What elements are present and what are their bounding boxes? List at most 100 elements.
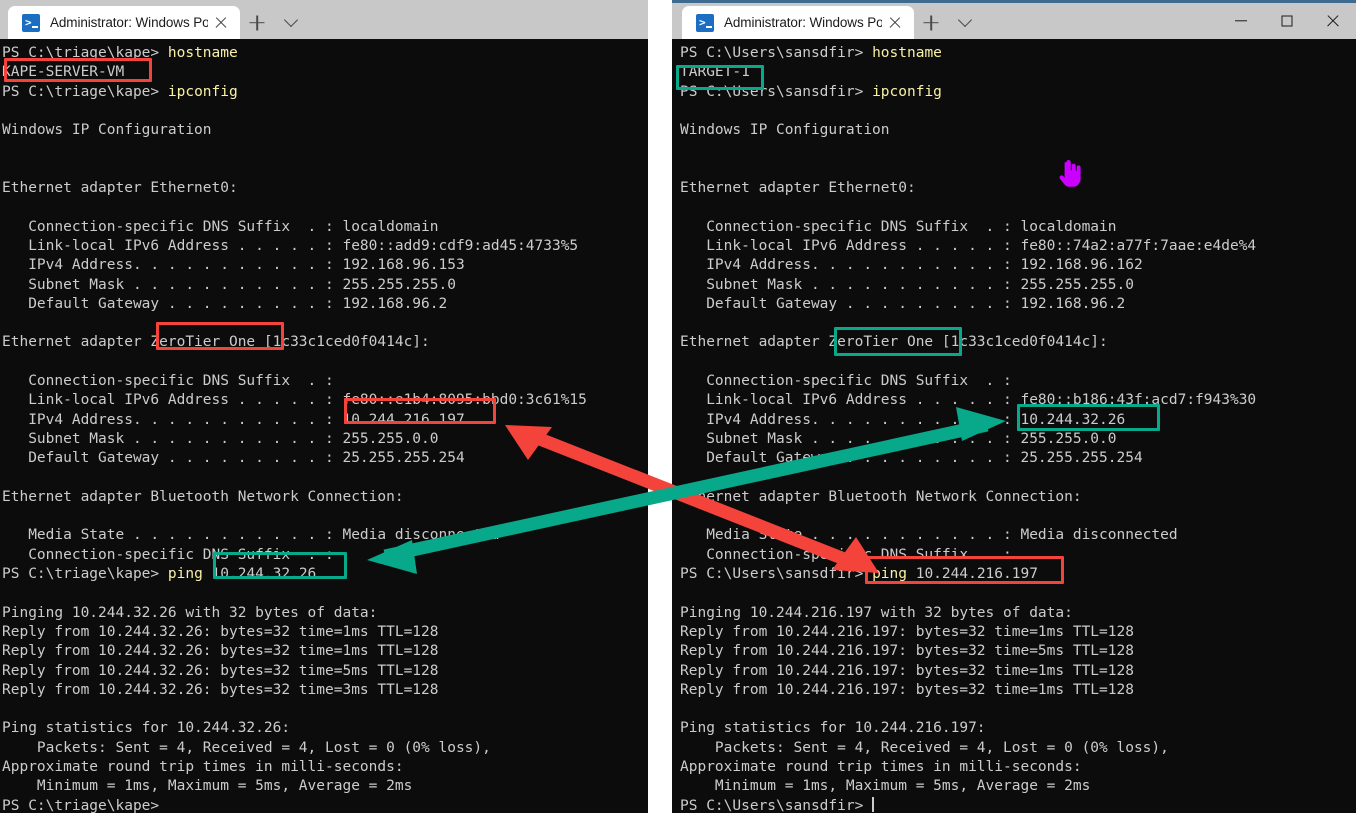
command-args: 10.244.32.26: [202, 566, 317, 583]
tab-title-right: Administrator: Windows PowerS: [724, 15, 882, 30]
console-output-left[interactable]: PS C:\triage\kape> hostname KAPE-SERVER-V…: [0, 39, 648, 813]
command-text: hostname: [872, 45, 942, 61]
prompt-path: PS C:\triage\kape>: [2, 83, 168, 100]
prompt-path: PS C:\Users\sansdfir>: [680, 83, 873, 100]
console-line: Ethernet adapter Bluetooth Network Conne…: [2, 488, 404, 505]
console-line: Link-local IPv6 Address . . . . . : fe80…: [680, 237, 1257, 254]
maximize-icon[interactable]: [1264, 3, 1310, 39]
console-line: Connection-specific DNS Suffix . :: [680, 373, 1012, 390]
console-line: Connection-specific DNS Suffix . :: [680, 546, 1012, 563]
tab-title-left: Administrator: Windows PowerS: [50, 15, 208, 30]
console-line: Reply from 10.244.32.26: bytes=32 time=3…: [2, 681, 439, 698]
console-line: Pinging 10.244.32.26 with 32 bytes of da…: [2, 604, 378, 621]
console-line: Windows IP Configuration: [2, 122, 212, 139]
command-text: ipconfig: [872, 83, 942, 100]
console-line: PS C:\Users\sansdfir> hostname: [680, 44, 1356, 63]
command-args: 10.244.216.197: [906, 566, 1038, 583]
console-line: Reply from 10.244.216.197: bytes=32 time…: [680, 623, 1134, 640]
console-line: Connection-specific DNS Suffix . : local…: [680, 218, 1117, 235]
command-text: ipconfig: [167, 83, 238, 100]
console-line: PS C:\Users\sansdfir> ping 10.244.216.19…: [680, 565, 1356, 584]
console-line: Packets: Sent = 4, Received = 4, Lost = …: [2, 739, 491, 756]
console-line: PS C:\triage\kape>: [2, 797, 648, 813]
close-icon[interactable]: [208, 10, 234, 36]
console-line: Default Gateway . . . . . . . . . : 192.…: [680, 295, 1126, 312]
console-line: Subnet Mask . . . . . . . . . . . : 255.…: [2, 276, 456, 293]
console-line: Reply from 10.244.216.197: bytes=32 time…: [680, 662, 1134, 679]
minimize-icon[interactable]: [1218, 3, 1264, 39]
command-text: ping: [167, 566, 203, 583]
console-line: Pinging 10.244.216.197 with 32 bytes of …: [680, 604, 1073, 621]
plus-icon[interactable]: [240, 6, 274, 39]
console-output-right[interactable]: PS C:\Users\sansdfir> hostname TARGET-1 PS…: [672, 39, 1356, 813]
chevron-down-icon[interactable]: [948, 6, 982, 39]
console-line: Reply from 10.244.216.197: bytes=32 time…: [680, 681, 1134, 698]
titlebar-drag-area-left[interactable]: [308, 6, 648, 39]
console-line: Connection-specific DNS Suffix . :: [2, 546, 334, 563]
console-line: Approximate round trip times in milli-se…: [2, 758, 404, 775]
console-line: Default Gateway . . . . . . . . . : 192.…: [2, 295, 448, 312]
console-line: Link-local IPv6 Address . . . . . : fe80…: [680, 392, 1257, 409]
close-icon[interactable]: [1310, 3, 1356, 39]
console-line: Link-local IPv6 Address . . . . . : fe80…: [2, 237, 579, 254]
prompt-path: PS C:\triage\kape>: [2, 797, 160, 813]
console-line: Packets: Sent = 4, Received = 4, Lost = …: [680, 739, 1169, 756]
prompt-path: PS C:\triage\kape>: [2, 566, 168, 583]
console-line: Reply from 10.244.32.26: bytes=32 time=1…: [2, 623, 439, 640]
console-line: PS C:\triage\kape> ping 10.244.32.26: [2, 565, 648, 584]
prompt-path: PS C:\Users\sansdfir>: [680, 45, 873, 61]
console-line: Ethernet adapter ZeroTier One [1c33c1ced…: [680, 334, 1108, 351]
console-line: Connection-specific DNS Suffix . :: [2, 373, 334, 390]
console-line: Minimum = 1ms, Maximum = 5ms, Average = …: [2, 778, 413, 795]
console-line: IPv4 Address. . . . . . . . . . . : 10.2…: [680, 411, 1126, 428]
console-line: Subnet Mask . . . . . . . . . . . : 255.…: [680, 276, 1134, 293]
console-line: IPv4 Address. . . . . . . . . . . : 192.…: [680, 257, 1143, 274]
console-line: PS C:\triage\kape> hostname: [2, 44, 648, 63]
powershell-window-left: Administrator: Windows PowerS PS C:\tria…: [0, 0, 648, 813]
titlebar-right: Administrator: Windows PowerS: [672, 3, 1356, 39]
tab-left-powershell[interactable]: Administrator: Windows PowerS: [8, 6, 240, 39]
window-controls: [1218, 3, 1356, 39]
console-line: Default Gateway . . . . . . . . . : 25.2…: [680, 450, 1143, 467]
console-line: Ping statistics for 10.244.216.197:: [680, 720, 986, 737]
console-line: Minimum = 1ms, Maximum = 5ms, Average = …: [680, 778, 1091, 795]
console-line: Media State . . . . . . . . . . . : Medi…: [680, 527, 1178, 544]
plus-icon[interactable]: [914, 6, 948, 39]
close-icon[interactable]: [882, 10, 908, 36]
console-line: Media State . . . . . . . . . . . : Medi…: [2, 527, 500, 544]
prompt-path: PS C:\Users\sansdfir>: [680, 797, 873, 813]
console-line: Default Gateway . . . . . . . . . : 25.2…: [2, 450, 465, 467]
chevron-down-icon[interactable]: [274, 6, 308, 39]
console-line: Ethernet adapter Ethernet0:: [2, 180, 238, 197]
console-line: IPv4 Address. . . . . . . . . . . : 10.2…: [2, 411, 465, 428]
console-line: Subnet Mask . . . . . . . . . . . : 255.…: [680, 430, 1117, 447]
console-line: Link-local IPv6 Address . . . . . : fe80…: [2, 392, 587, 409]
console-line: IPv4 Address. . . . . . . . . . . : 192.…: [2, 257, 465, 274]
console-line: PS C:\Users\sansdfir> ipconfig: [680, 83, 1356, 102]
tab-right-powershell[interactable]: Administrator: Windows PowerS: [682, 6, 914, 39]
console-line: Reply from 10.244.32.26: bytes=32 time=1…: [2, 643, 439, 660]
console-line: PS C:\Users\sansdfir>: [680, 796, 1356, 813]
console-line: Connection-specific DNS Suffix . : local…: [2, 218, 439, 235]
titlebar-drag-area-right[interactable]: [982, 6, 1218, 39]
powershell-icon: [22, 13, 40, 32]
titlebar-left: Administrator: Windows PowerS: [0, 0, 648, 39]
console-line: Reply from 10.244.32.26: bytes=32 time=5…: [2, 662, 439, 679]
console-line: PS C:\triage\kape> ipconfig: [2, 83, 648, 102]
